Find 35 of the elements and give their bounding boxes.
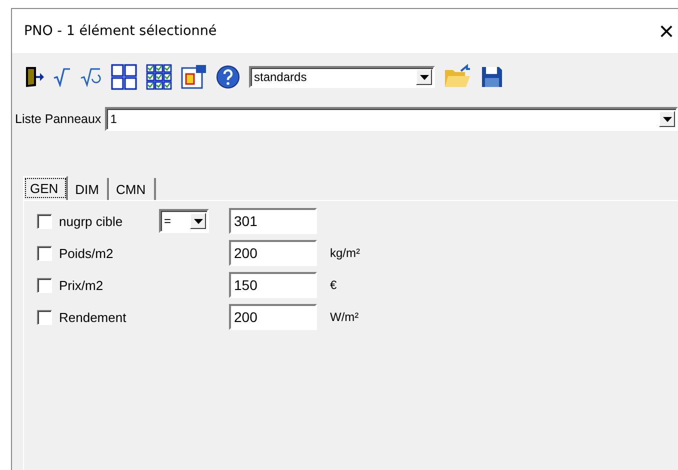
dropdown-arrow-icon xyxy=(662,116,672,122)
window-image-icon[interactable] xyxy=(181,64,207,90)
checkbox[interactable] xyxy=(37,214,52,228)
dropdown-arrow-icon xyxy=(420,74,428,80)
save-icon[interactable] xyxy=(481,66,503,88)
input-field[interactable]: 200 xyxy=(229,304,317,330)
unit-label: W/m² xyxy=(330,310,359,324)
checkbox[interactable] xyxy=(37,246,52,260)
input-field[interactable]: 301 xyxy=(229,208,317,234)
square-root-icon[interactable] xyxy=(53,67,71,87)
field-label: Poids/m2 xyxy=(59,246,114,260)
unit-label: € xyxy=(330,278,337,292)
field-label: Prix/m2 xyxy=(59,278,104,292)
close-button[interactable]: × xyxy=(654,18,678,44)
checkbox[interactable] xyxy=(37,278,52,292)
help-icon[interactable] xyxy=(216,65,240,89)
liste-panneaux-label: Liste Panneaux xyxy=(15,112,102,126)
door-exit-icon[interactable] xyxy=(24,66,44,88)
dropdown-arrow-icon xyxy=(194,218,202,224)
preset-dropdown[interactable]: standards xyxy=(249,66,435,88)
tab[interactable]: GEN xyxy=(23,176,68,200)
checked-grid-icon[interactable] xyxy=(146,64,172,90)
open-folder-icon[interactable] xyxy=(444,64,472,90)
input-field[interactable]: 200 xyxy=(229,240,317,266)
unit-label: kg/m² xyxy=(330,246,360,260)
liste-panneaux-dropdown[interactable]: 1 xyxy=(105,107,678,131)
window-title: PNO - 1 élément sélectionné xyxy=(24,23,217,39)
tab[interactable]: DIM xyxy=(68,178,110,200)
checkbox[interactable] xyxy=(37,310,52,324)
field-label: Rendement xyxy=(59,310,128,324)
tab[interactable]: CMN xyxy=(109,178,156,200)
input-field[interactable]: 150 xyxy=(229,272,317,298)
grid-icon[interactable] xyxy=(111,64,137,90)
field-label: nugrp cible xyxy=(59,214,124,228)
operator-dropdown[interactable]: = xyxy=(159,209,209,233)
